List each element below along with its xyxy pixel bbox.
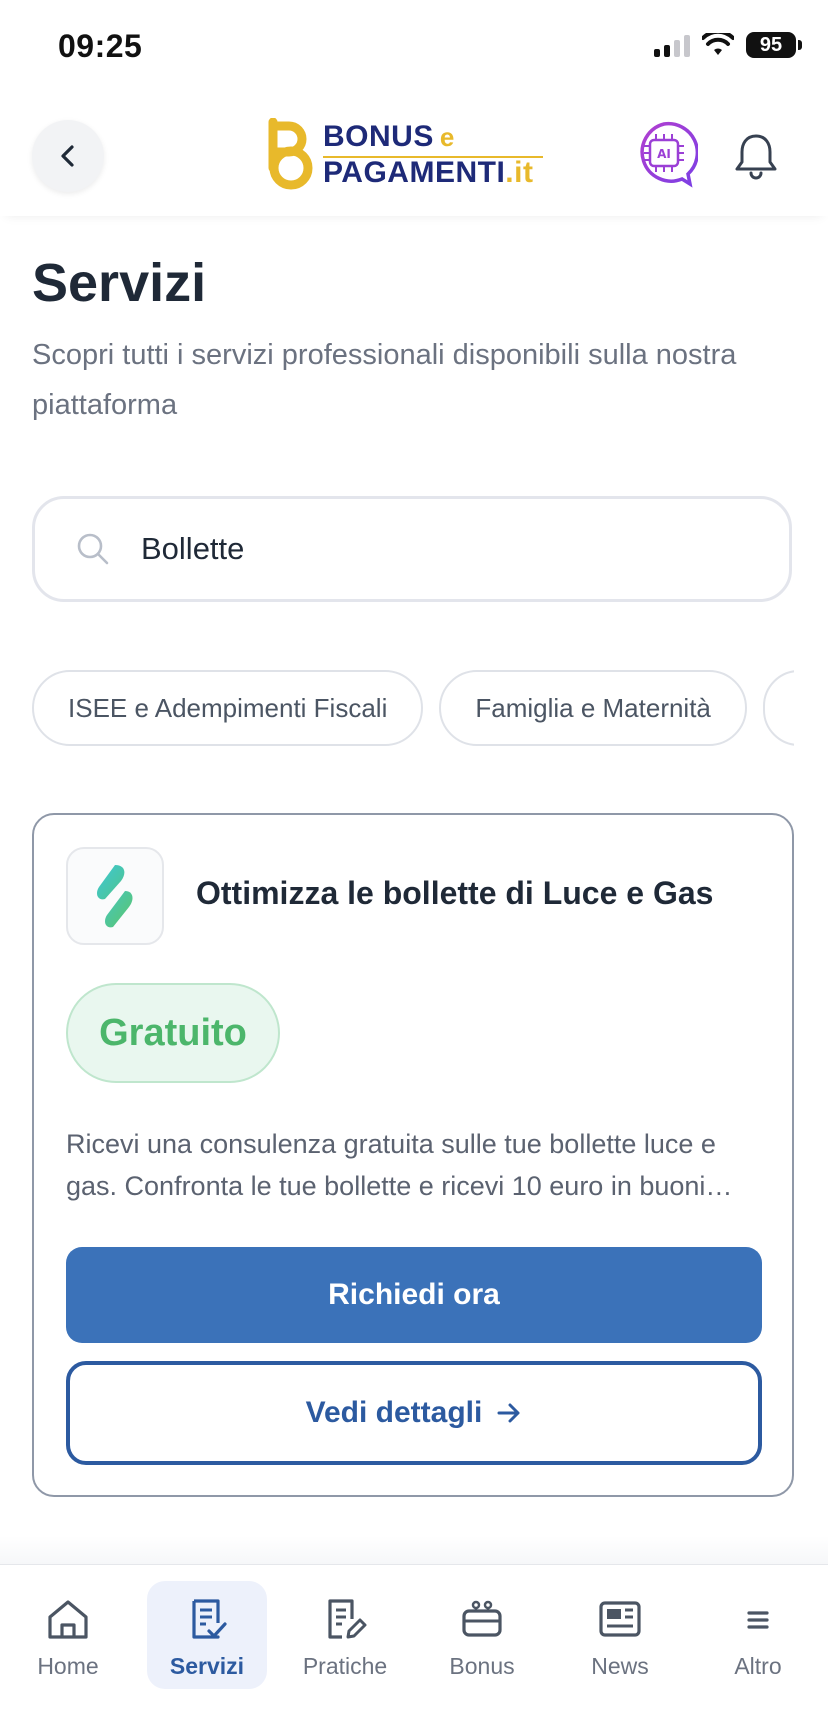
page-title: Servizi xyxy=(32,253,207,313)
nav-bonus-label: Bonus xyxy=(449,1653,515,1679)
view-details-button[interactable]: Vedi dettagli xyxy=(66,1361,762,1465)
back-button[interactable] xyxy=(32,120,104,192)
edit-document-icon xyxy=(328,1599,367,1639)
bonus-icon xyxy=(462,1600,502,1637)
nav-servizi[interactable]: Servizi xyxy=(147,1581,267,1689)
app-header: BONUS e PAGAMENTI.it AI xyxy=(0,100,828,216)
search-icon xyxy=(77,533,109,565)
nav-news[interactable]: News xyxy=(560,1581,680,1689)
price-badge: Gratuito xyxy=(66,983,280,1083)
status-icons: 95 xyxy=(654,32,802,58)
nav-pratiche[interactable]: Pratiche xyxy=(285,1581,405,1689)
battery-level: 95 xyxy=(746,32,796,58)
logo-word-pagamenti: PAGAMENTI xyxy=(323,156,506,189)
logo-word-e: e xyxy=(439,122,455,152)
service-description: Ricevi una consulenza gratuita sulle tue… xyxy=(66,1129,733,1201)
nav-home[interactable]: Home xyxy=(8,1581,128,1689)
logo-suffix-it: .it xyxy=(505,156,534,189)
ai-assistant-button[interactable]: AI xyxy=(630,120,700,188)
category-filter-bar: ISEE e Adempimenti Fiscali Famiglia e Mat… xyxy=(32,670,794,750)
logo-b-icon xyxy=(268,118,313,190)
energy-leaf-icon xyxy=(97,865,133,928)
filter-chip-isee[interactable]: ISEE e Adempimenti Fiscali xyxy=(32,670,424,746)
bottom-navigation: Home Servizi Pratiche Bonus News Altro xyxy=(0,1564,828,1714)
service-logo xyxy=(66,847,164,945)
status-bar: 09:25 95 xyxy=(0,0,828,100)
search-bar[interactable] xyxy=(32,496,792,602)
nav-home-label: Home xyxy=(37,1653,99,1679)
search-input[interactable] xyxy=(139,530,703,568)
nav-altro[interactable]: Altro xyxy=(698,1581,818,1689)
logo-word-bonus: BONUS xyxy=(323,120,434,153)
request-now-button[interactable]: Richiedi ora xyxy=(66,1247,762,1343)
menu-icon xyxy=(747,1611,769,1629)
filter-chip-more[interactable] xyxy=(762,670,794,746)
news-icon xyxy=(599,1601,641,1637)
chevron-left-icon xyxy=(61,145,74,167)
ai-label: AI xyxy=(657,147,671,161)
nav-bonus[interactable]: Bonus xyxy=(422,1581,542,1689)
nav-altro-label: Altro xyxy=(734,1653,782,1679)
battery-icon: 95 xyxy=(746,32,802,58)
service-title: Ottimizza le bollette di Luce e Gas xyxy=(196,875,714,911)
app-logo[interactable]: BONUS e PAGAMENTI.it xyxy=(265,116,565,196)
nav-servizi-label: Servizi xyxy=(169,1653,245,1679)
status-time: 09:25 xyxy=(58,28,143,64)
arrow-right-icon xyxy=(497,1403,520,1423)
nav-pratiche-label: Pratiche xyxy=(302,1653,388,1679)
view-details-label: Vedi dettagli xyxy=(305,1396,483,1429)
services-icon xyxy=(192,1599,227,1639)
notifications-button[interactable] xyxy=(730,130,782,182)
home-icon xyxy=(48,1600,88,1639)
filter-chip-famiglia[interactable]: Famiglia e Maternità xyxy=(439,670,747,746)
bell-icon xyxy=(735,134,777,180)
cellular-signal-icon xyxy=(654,33,690,57)
wifi-icon xyxy=(702,33,734,55)
page-subtitle: Scopri tutti i servizi professionali dis… xyxy=(32,339,737,421)
service-card: Ottimizza le bollette di Luce e Gas Grat… xyxy=(32,813,794,1497)
nav-news-label: News xyxy=(591,1653,649,1679)
ai-chip-icon: AI xyxy=(640,121,700,188)
